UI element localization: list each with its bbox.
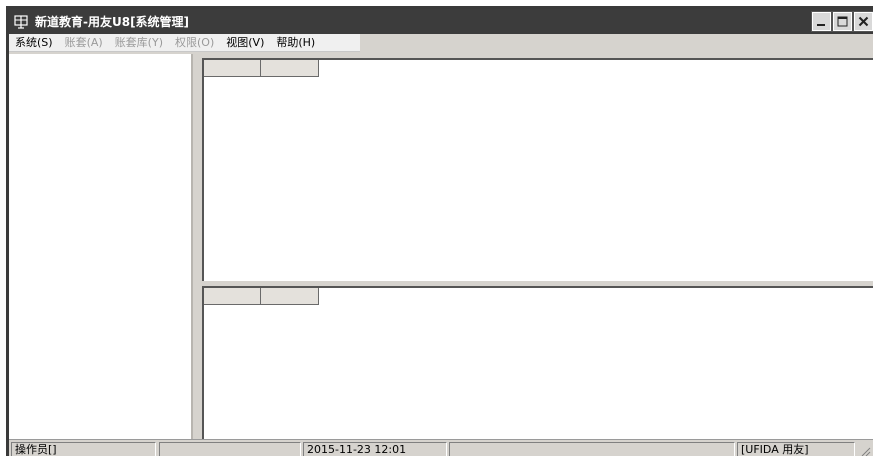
status-operator: 操作员[] xyxy=(11,442,156,456)
app-icon[interactable] xyxy=(13,14,29,30)
upper-list-pane[interactable] xyxy=(202,58,873,281)
title-bar[interactable]: 新道教育-用友U8[系统管理] xyxy=(9,9,873,34)
menu-system[interactable]: 系统(S) xyxy=(9,34,59,52)
vertical-splitter[interactable] xyxy=(193,54,202,439)
status-bar: 操作员[] 2015-11-23 12:01 [UFIDA 用友] xyxy=(9,439,873,456)
maximize-button[interactable] xyxy=(832,11,853,32)
maximize-icon xyxy=(837,16,848,27)
upper-column-header-1[interactable] xyxy=(204,60,261,77)
status-panel-empty-2 xyxy=(449,442,735,456)
close-button[interactable] xyxy=(853,11,873,32)
lower-column-header-2[interactable] xyxy=(261,288,319,305)
minimize-icon xyxy=(817,24,825,26)
upper-column-header-2[interactable] xyxy=(261,60,319,77)
menu-account-library[interactable]: 账套库(Y) xyxy=(109,34,169,52)
status-vendor: [UFIDA 用友] xyxy=(737,442,855,456)
minimize-button[interactable] xyxy=(811,11,832,32)
lower-column-header-1[interactable] xyxy=(204,288,261,305)
navigation-tree-panel[interactable] xyxy=(9,54,193,439)
upper-list-header xyxy=(204,60,319,77)
lower-list-header xyxy=(204,288,319,305)
menu-bar: 系统(S) 账套(A) 账套库(Y) 权限(O) 视图(V) 帮助(H) xyxy=(9,34,360,52)
window-title: 新道教育-用友U8[系统管理] xyxy=(35,15,190,29)
menu-view[interactable]: 视图(V) xyxy=(220,34,270,52)
main-window: 新道教育-用友U8[系统管理] 系统(S) 账套(A) 账套库(Y) 权限(O)… xyxy=(6,6,873,456)
menu-account[interactable]: 账套(A) xyxy=(59,34,109,52)
status-datetime: 2015-11-23 12:01 xyxy=(303,442,447,456)
menu-bar-filler xyxy=(360,34,873,52)
menu-permission[interactable]: 权限(O) xyxy=(169,34,220,52)
status-panel-empty-1 xyxy=(159,442,301,456)
resize-grip-icon[interactable] xyxy=(859,445,871,456)
menu-help[interactable]: 帮助(H) xyxy=(270,34,321,52)
close-icon xyxy=(858,16,869,27)
lower-list-pane[interactable] xyxy=(202,286,873,439)
window-controls xyxy=(811,11,873,32)
